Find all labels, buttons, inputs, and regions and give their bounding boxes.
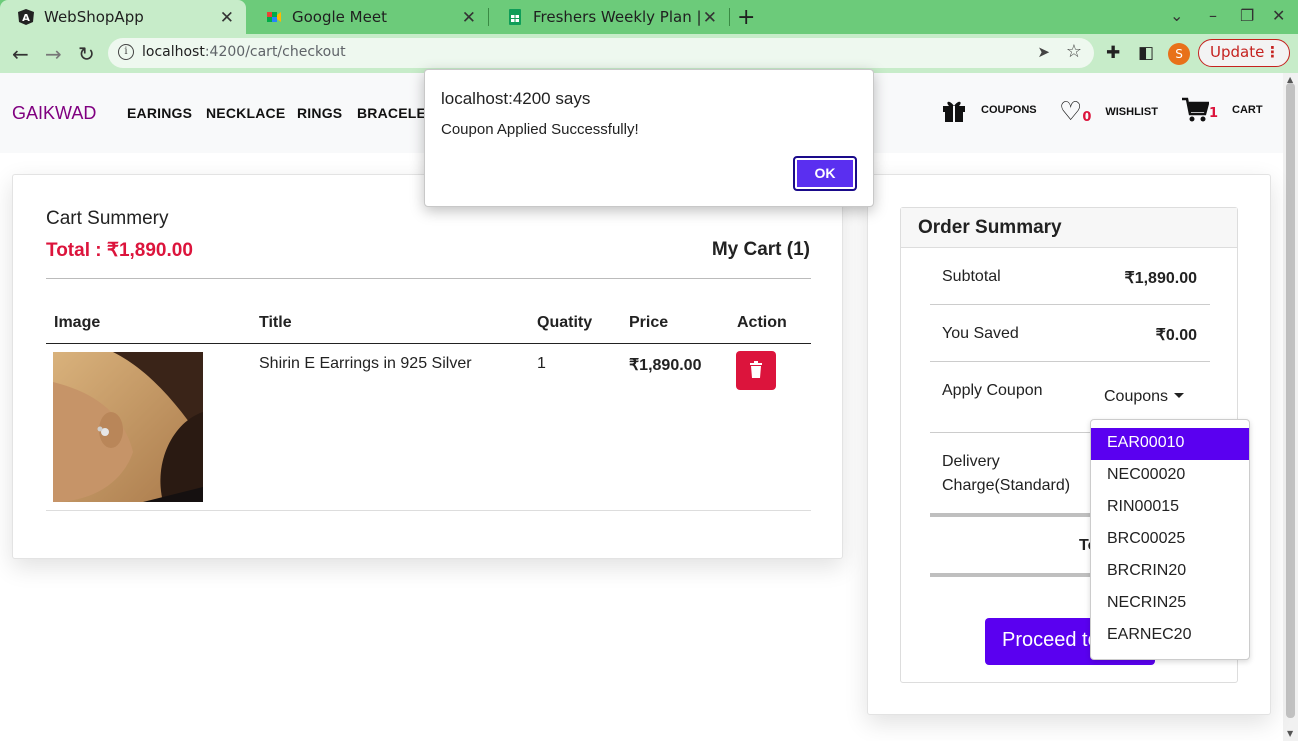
table-row-divider [46,510,811,511]
update-button[interactable]: Update ⋮ [1198,39,1290,67]
order-summary-header: Order Summary [901,208,1237,248]
google-meet-icon [267,12,281,22]
brand-logo[interactable]: GAIKWAD [12,103,96,124]
alert-ok-button[interactable]: OK [793,156,857,191]
address-bar[interactable]: i localhost:4200/cart/checkout ➤ ☆ [108,38,1094,68]
angular-icon: A [18,9,34,25]
coupons-label: COUPONS [981,104,1037,116]
close-icon[interactable]: ✕ [703,8,717,28]
tab-label: Google Meet [292,8,387,26]
wishlist-label: WISHLIST [1105,106,1158,118]
apply-coupon-label: Apply Coupon [942,382,1043,399]
nav-cart[interactable]: 1 CART [1181,97,1263,123]
cart-count-badge: 1 [1209,106,1219,121]
send-icon[interactable]: ➤ [1037,43,1050,61]
alert-dialog: localhost:4200 says Coupon Applied Succe… [424,69,874,207]
caret-down-icon [1174,393,1185,398]
cart-summary-title: Cart Summery [46,208,169,229]
delivery-label-line1: Delivery [942,453,1000,470]
tab-label: Freshers Weekly Plan | Sh [533,8,705,26]
back-arrow-icon[interactable]: ← [12,42,29,66]
divider [46,278,811,279]
my-cart-count: My Cart (1) [711,239,810,260]
delivery-label-line2: Charge(Standard) [942,477,1071,494]
coupon-option[interactable]: NEC00020 [1091,460,1249,492]
nav-link-earings[interactable]: EARINGS [127,105,192,121]
subtotal-label: Subtotal [942,268,1001,285]
close-icon[interactable]: ✕ [220,8,234,28]
nav-coupons[interactable]: COUPONS [941,97,1037,123]
divider [930,304,1210,305]
tab-divider [729,8,730,26]
google-sheets-icon [509,9,521,25]
update-label: Update [1210,43,1265,61]
product-quantity: 1 [537,355,546,372]
close-icon[interactable]: ✕ [462,8,476,28]
url-host: localhost [142,44,205,60]
url-text: localhost:4200/cart/checkout [142,44,346,60]
cart-total: Total : ₹1,890.00 [46,240,193,261]
you-saved-label: You Saved [942,325,1019,342]
coupon-option[interactable]: EAR00010 [1091,428,1249,460]
url-path: :4200/cart/checkout [204,44,346,60]
more-menu-icon[interactable]: ⋮ [1265,40,1280,65]
column-header-image: Image [54,314,101,331]
delete-item-button[interactable] [736,351,776,390]
profile-avatar[interactable]: S [1168,43,1190,65]
column-header-title: Title [259,314,292,331]
coupon-option[interactable]: BRC00025 [1091,524,1249,556]
close-window-icon[interactable]: ✕ [1272,6,1285,25]
alert-message: Coupon Applied Successfully! [441,121,639,138]
info-icon[interactable]: i [118,44,134,60]
nav-wishlist[interactable]: ♡ 0 WISHLIST [1059,97,1158,127]
browser-tab-bar: A WebShopApp ✕ Google Meet ✕ Freshers We… [0,0,1298,34]
column-header-quantity: Quatity [537,314,593,331]
product-price: ₹1,890.00 [629,357,702,374]
order-summary-title: Order Summary [918,217,1062,238]
scroll-down-icon[interactable]: ▼ [1287,729,1293,738]
table-header-divider [46,343,811,344]
forward-arrow-icon[interactable]: → [45,42,62,66]
coupons-dropdown-menu: EAR00010 NEC00020 RIN00015 BRC00025 BRCR… [1090,419,1250,660]
coupon-option[interactable]: EARNEC20 [1091,620,1249,652]
restore-icon[interactable]: ❐ [1240,6,1254,25]
gift-icon [943,101,965,122]
subtotal-value: ₹1,890.00 [1124,270,1197,287]
divider [930,361,1210,362]
product-image [53,352,203,502]
svg-text:A: A [22,13,30,24]
extensions-puzzle-icon[interactable]: ✚ [1106,43,1120,63]
scrollbar-thumb[interactable] [1286,83,1295,718]
bookmark-star-icon[interactable]: ☆ [1066,41,1082,62]
chevron-down-icon[interactable]: ⌄ [1170,6,1183,25]
tab-label: WebShopApp [44,8,144,26]
cart-summary-card: Cart Summery Total : ₹1,890.00 My Cart (… [12,174,843,559]
trash-icon [750,361,762,378]
coupon-option[interactable]: BRCRIN20 [1091,556,1249,588]
tab-freshers-weekly-plan[interactable]: Freshers Weekly Plan | Sh ✕ [489,0,729,34]
column-header-price: Price [629,314,669,331]
shopping-cart-icon [1182,97,1209,122]
cart-label: CART [1232,104,1263,116]
new-tab-icon[interactable]: + [737,5,755,30]
coupon-option[interactable]: NECRIN25 [1091,588,1249,620]
heart-icon: ♡ [1059,97,1083,127]
reload-icon[interactable]: ↻ [78,42,95,66]
column-header-action: Action [737,314,787,331]
nav-link-necklace[interactable]: NECKLACE [206,105,285,121]
side-panel-icon[interactable]: ◧ [1138,43,1154,63]
product-title[interactable]: Shirin E Earrings in 925 Silver [259,355,472,373]
browser-toolbar: ← → ↻ i localhost:4200/cart/checkout ➤ ☆… [0,34,1298,73]
page-scrollbar[interactable]: ▲ ▼ [1283,73,1298,741]
coupons-dropdown-toggle[interactable]: Coupons [1104,388,1185,406]
coupons-toggle-label: Coupons [1104,388,1169,405]
coupon-option[interactable]: RIN00015 [1091,492,1249,524]
tab-webshopapp[interactable]: A WebShopApp ✕ [0,0,246,34]
nav-link-rings[interactable]: RINGS [297,105,342,121]
alert-title: localhost:4200 says [441,89,591,108]
minimize-icon[interactable]: – [1209,6,1217,25]
wishlist-count-badge: 0 [1082,110,1092,125]
you-saved-value: ₹0.00 [1155,327,1197,344]
tab-google-meet[interactable]: Google Meet ✕ [248,0,488,34]
